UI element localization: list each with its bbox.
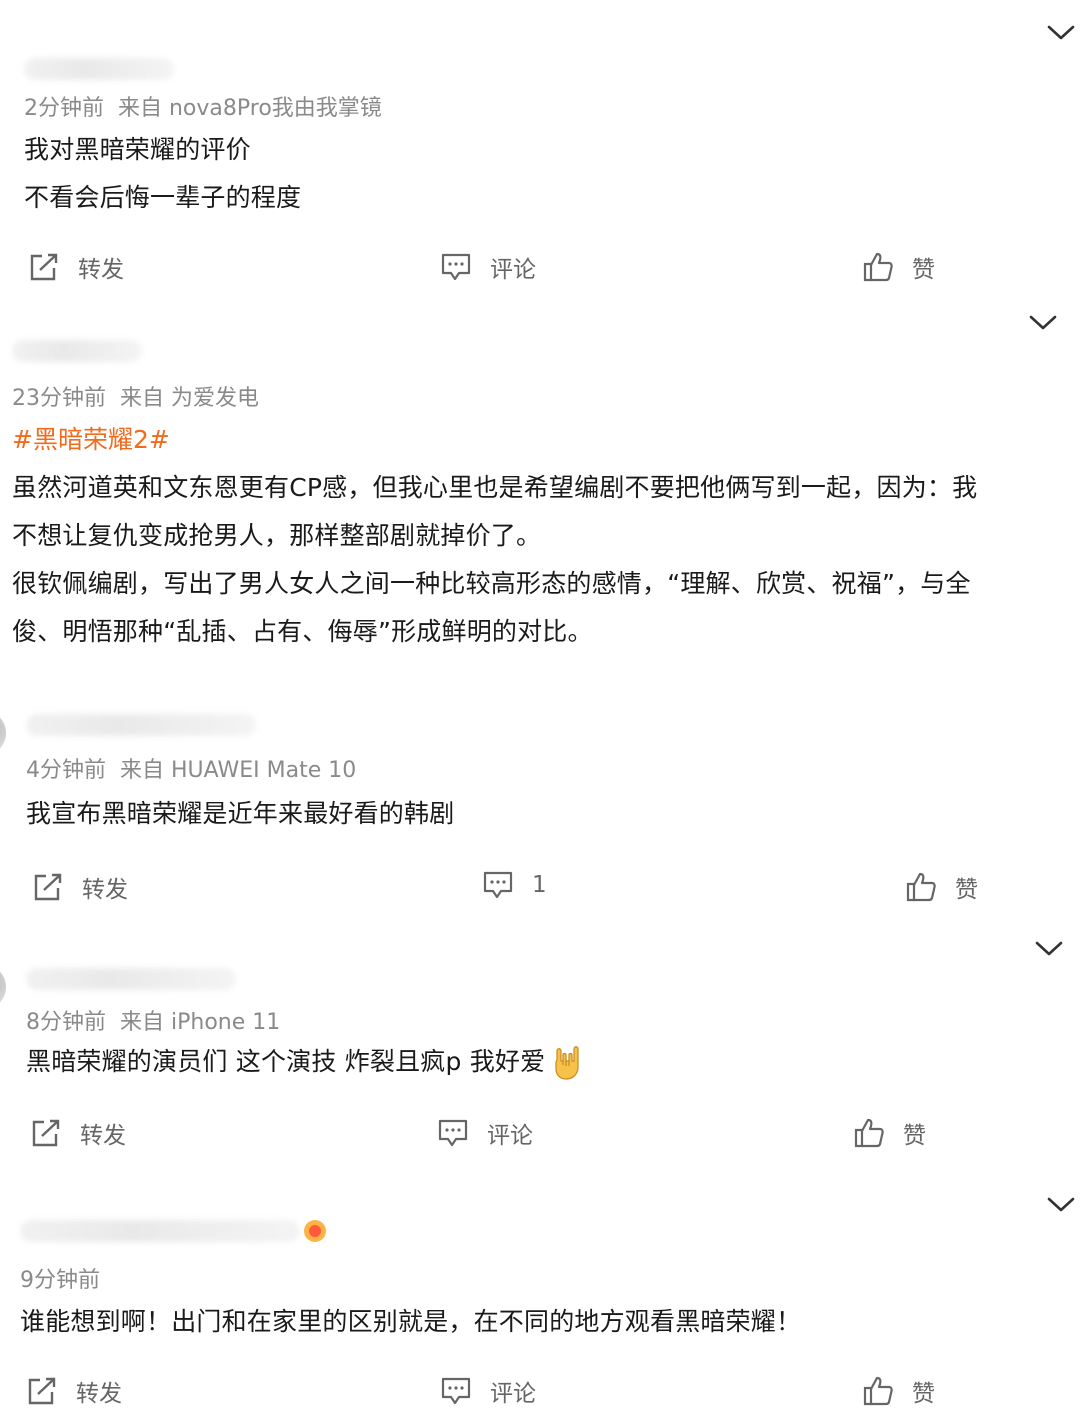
comment-button[interactable]: 评论 xyxy=(440,250,536,284)
repost-button[interactable]: 转发 xyxy=(28,250,124,284)
comment-icon xyxy=(441,1377,471,1405)
post-text-line: 不看会后悔一辈子的程度 xyxy=(24,183,302,212)
like-label: 赞 xyxy=(912,257,935,283)
post-text-line: 虽然河道英和文东恩更有CP感，但我心里也是希望编剧不要把他俩写到一起，因为：我 xyxy=(12,473,978,502)
chevron-down-icon[interactable] xyxy=(1046,24,1076,42)
repost-label: 转发 xyxy=(78,257,124,283)
post-source: 来自 为爱发电 xyxy=(120,386,259,411)
post-meta: 8分钟前 来自 iPhone 11 xyxy=(26,1004,280,1036)
repost-button[interactable]: 转发 xyxy=(30,1116,126,1150)
repost-icon xyxy=(34,873,62,901)
post-time: 9分钟前 xyxy=(20,1268,100,1293)
repost-button[interactable]: 转发 xyxy=(26,1374,122,1408)
post-text-line: 我对黑暗荣耀的评价 xyxy=(24,135,251,164)
post-text-line: 谁能想到啊！出门和在家里的区别就是，在不同的地方观看黑暗荣耀！ xyxy=(20,1307,802,1336)
vip-badge-icon xyxy=(304,1220,326,1242)
rock-on-hand-icon xyxy=(555,1046,579,1080)
post-meta: 2分钟前 来自 nova8Pro我由我掌镜 xyxy=(24,90,382,122)
like-button[interactable]: 赞 xyxy=(862,250,935,284)
repost-button[interactable]: 转发 xyxy=(32,870,128,904)
post-card: 9分钟前 谁能想到啊！出门和在家里的区别就是，在不同的地方观看黑暗荣耀！ 转发 … xyxy=(0,1190,1080,1425)
comment-label: 评论 xyxy=(490,257,536,283)
post-text-line: 俊、明悟那种“乱插、占有、侮辱”形成鲜明的对比。 xyxy=(12,617,593,646)
post-meta: 23分钟前 来自 为爱发电 xyxy=(12,380,259,412)
blurred-username[interactable] xyxy=(26,714,256,736)
thumbs-up-icon xyxy=(854,1118,884,1148)
thumbs-up-icon xyxy=(906,872,936,902)
chevron-down-icon[interactable] xyxy=(1028,314,1058,332)
avatar[interactable] xyxy=(0,964,6,1010)
chevron-down-icon[interactable] xyxy=(1046,1196,1076,1214)
comment-button[interactable]: 评论 xyxy=(440,1374,536,1408)
post-text-line: 黑暗荣耀的演员们 这个演技 炸裂且疯p 我好爱 xyxy=(26,1042,585,1081)
chevron-down-icon[interactable] xyxy=(1034,940,1064,958)
post-card: 23分钟前 来自 为爱发电 #黑暗荣耀2# 虽然河道英和文东恩更有CP感，但我心里… xyxy=(0,300,1080,690)
comment-label: 评论 xyxy=(487,1123,533,1149)
post-text-line: 不想让复仇变成抢男人，那样整部剧就掉价了。 xyxy=(12,521,542,550)
post-source: 来自 HUAWEI Mate 10 xyxy=(120,758,357,783)
post-time: 2分钟前 xyxy=(24,96,104,121)
repost-label: 转发 xyxy=(82,877,128,903)
avatar[interactable] xyxy=(0,710,6,756)
like-label: 赞 xyxy=(912,1381,935,1407)
repost-label: 转发 xyxy=(80,1123,126,1149)
blurred-username[interactable] xyxy=(12,340,142,362)
repost-label: 转发 xyxy=(76,1381,122,1407)
blurred-username[interactable] xyxy=(20,1220,300,1242)
comment-icon xyxy=(441,253,471,281)
post-text: 黑暗荣耀的演员们 这个演技 炸裂且疯p 我好爱 xyxy=(26,1047,546,1076)
blurred-username[interactable] xyxy=(26,968,236,990)
post-time: 4分钟前 xyxy=(26,758,106,783)
comment-button[interactable]: 1 xyxy=(482,870,547,900)
comment-label: 评论 xyxy=(490,1381,536,1407)
thumbs-up-icon xyxy=(863,1376,893,1406)
post-source: 来自 nova8Pro我由我掌镜 xyxy=(118,96,382,121)
like-button[interactable]: 赞 xyxy=(905,870,978,904)
post-card: 2分钟前 来自 nova8Pro我由我掌镜 我对黑暗荣耀的评价 不看会后悔一辈子的… xyxy=(0,0,1080,300)
repost-icon xyxy=(28,1377,56,1405)
post-meta: 9分钟前 xyxy=(20,1262,100,1294)
repost-icon xyxy=(32,1119,60,1147)
post-time: 8分钟前 xyxy=(26,1010,106,1035)
repost-icon xyxy=(30,253,58,281)
comment-button[interactable]: 评论 xyxy=(437,1116,533,1150)
blurred-username[interactable] xyxy=(24,58,174,80)
like-label: 赞 xyxy=(903,1123,926,1149)
post-text-line: 我宣布黑暗荣耀是近年来最好看的韩剧 xyxy=(26,799,455,828)
comment-count: 1 xyxy=(532,872,547,898)
comment-icon xyxy=(483,871,513,899)
like-button[interactable]: 赞 xyxy=(853,1116,926,1150)
like-button[interactable]: 赞 xyxy=(862,1374,935,1408)
post-meta: 4分钟前 来自 HUAWEI Mate 10 xyxy=(26,752,356,784)
post-source: 来自 iPhone 11 xyxy=(120,1010,281,1035)
like-label: 赞 xyxy=(955,877,978,903)
thumbs-up-icon xyxy=(863,252,893,282)
post-time: 23分钟前 xyxy=(12,386,106,411)
topic-hashtag-link[interactable]: #黑暗荣耀2# xyxy=(12,420,170,456)
post-card: 4分钟前 来自 HUAWEI Mate 10 我宣布黑暗荣耀是近年来最好看的韩剧 … xyxy=(0,690,1080,940)
post-card: 8分钟前 来自 iPhone 11 黑暗荣耀的演员们 这个演技 炸裂且疯p 我好爱… xyxy=(0,940,1080,1190)
comment-icon xyxy=(438,1119,468,1147)
post-text-line: 很钦佩编剧，写出了男人女人之间一种比较高形态的感情，“理解、欣赏、祝福”，与全 xyxy=(12,569,971,598)
